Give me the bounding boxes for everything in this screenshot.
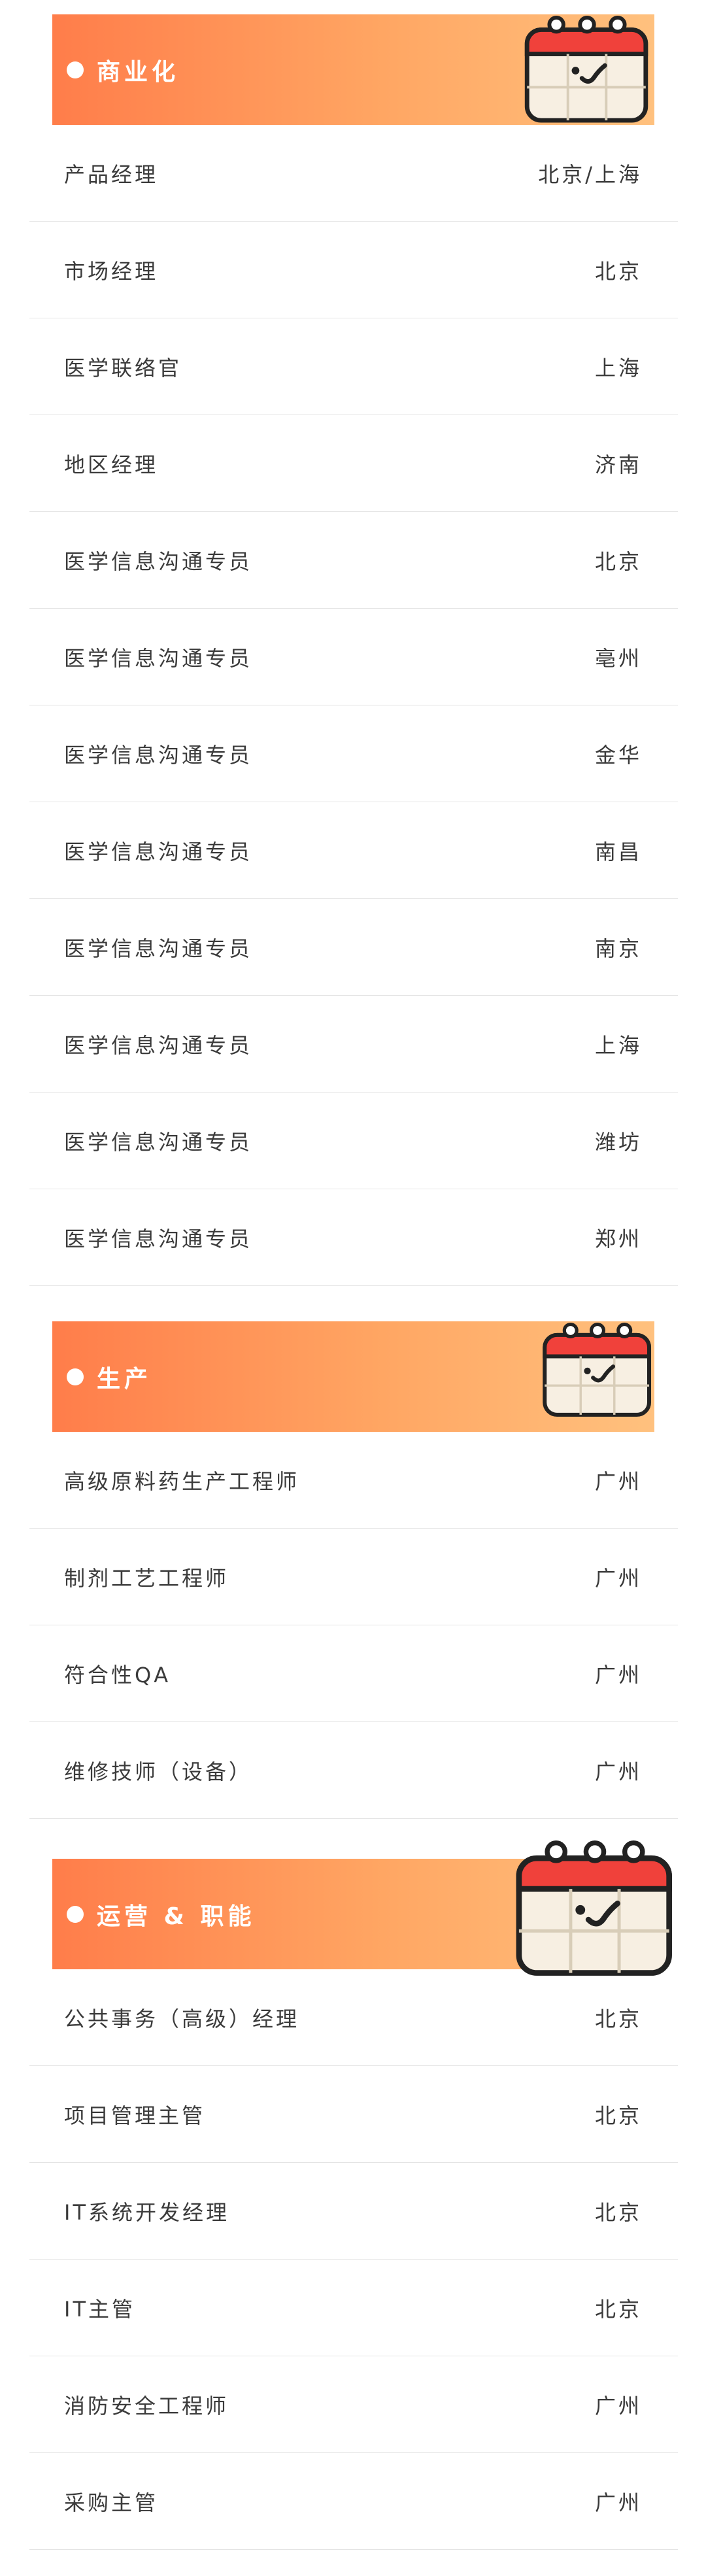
job-list: 公共事务（高级）经理 北京 项目管理主管 北京 IT系统开发经理 北京 IT主管 北京 … [29,1969,678,2550]
job-listing-page: 商业化 产品经理 北京/上海 市场经理 北京 医学联络官 上海 地区经理 济南 医学信息… [0,0,706,2576]
section-title: 生产 [97,1365,152,1393]
list-item[interactable]: 医学信息沟通专员 北京 [29,512,678,609]
list-item[interactable]: 地区经理 济南 [29,415,678,512]
bullet-dot-icon [67,1905,84,1923]
list-item[interactable]: 高级原料药生产工程师 广州 [29,1432,678,1529]
job-title: 地区经理 [64,452,159,477]
job-title: 市场经理 [64,258,159,284]
list-item[interactable]: 医学信息沟通专员 金华 [29,705,678,802]
list-item[interactable]: 产品经理 北京/上海 [29,125,678,222]
list-item[interactable]: 医学信息沟通专员 郑州 [29,1189,678,1286]
job-city: 上海 [594,355,642,381]
job-city: 广州 [594,1662,642,1687]
list-item[interactable]: 医学信息沟通专员 潍坊 [29,1093,678,1189]
job-city: 北京 [594,2006,642,2031]
calendar-icon [541,1323,654,1418]
job-city: 广州 [594,1759,642,1784]
list-item[interactable]: IT主管 北京 [29,2260,678,2356]
job-title: 公共事务（高级）经理 [64,2006,300,2031]
job-title: 医学信息沟通专员 [64,936,253,961]
job-title: IT主管 [64,2296,135,2322]
job-city: 广州 [594,2490,642,2515]
job-city: 南京 [594,936,642,961]
list-item[interactable]: 消防安全工程师 广州 [29,2356,678,2453]
job-title: 医学信息沟通专员 [64,1129,253,1155]
list-item[interactable]: 项目管理主管 北京 [29,2066,678,2163]
job-city: 亳州 [594,645,642,671]
job-title: 医学信息沟通专员 [64,549,253,574]
job-title: 消防安全工程师 [64,2393,229,2418]
job-list: 高级原料药生产工程师 广州 制剂工艺工程师 广州 符合性QA 广州 维修技师（设备）广… [29,1432,678,1819]
list-item[interactable]: 医学信息沟通专员 上海 [29,996,678,1093]
list-item[interactable]: IT系统开发经理 北京 [29,2163,678,2260]
job-city: 北京 [594,549,642,574]
job-city: 济南 [594,452,642,477]
calendar-icon [513,1840,677,1978]
list-item[interactable]: 市场经理 北京 [29,222,678,318]
job-title: IT系统开发经理 [64,2199,229,2225]
job-title: 高级原料药生产工程师 [64,1468,300,1494]
list-item[interactable]: 符合性QA 广州 [29,1625,678,1722]
job-title: 医学信息沟通专员 [64,839,253,864]
job-title: 项目管理主管 [64,2103,206,2128]
list-item[interactable]: 医学信息沟通专员 南昌 [29,802,678,899]
job-title: 医学信息沟通专员 [64,645,253,671]
job-city: 金华 [594,742,642,768]
section-title: 商业化 [97,58,180,86]
job-city: 北京 [594,2199,642,2225]
job-city: 北京 [594,258,642,284]
job-city: 北京 [594,2103,642,2128]
bullet-dot-icon [67,1368,84,1385]
job-city: 潍坊 [594,1129,642,1155]
job-title: 医学信息沟通专员 [64,1226,253,1251]
job-title: 采购主管 [64,2490,159,2515]
list-item[interactable]: 维修技师（设备） 广州 [29,1722,678,1819]
job-title: 维修技师（设备） [64,1759,253,1784]
job-city: 广州 [594,2393,642,2418]
list-item[interactable]: 医学信息沟通专员 亳州 [29,609,678,705]
job-title: 符合性QA [64,1662,171,1687]
list-item[interactable]: 制剂工艺工程师 广州 [29,1529,678,1625]
job-city: 北京 [594,2296,642,2322]
job-city: 郑州 [594,1226,642,1251]
calendar-icon [523,16,651,124]
list-item[interactable]: 医学联络官 上海 [29,318,678,415]
list-item[interactable]: 采购主管 广州 [29,2453,678,2550]
job-city: 北京/上海 [538,161,642,187]
job-city: 广州 [594,1565,642,1591]
job-city: 广州 [594,1468,642,1494]
job-title: 医学信息沟通专员 [64,742,253,768]
list-item[interactable]: 公共事务（高级）经理 北京 [29,1969,678,2066]
job-city: 上海 [594,1032,642,1058]
bullet-dot-icon [67,61,84,78]
section-title: 运营 & 职能 [97,1903,256,1930]
job-title: 产品经理 [64,161,159,187]
job-city: 南昌 [594,839,642,864]
job-title: 医学联络官 [64,355,182,381]
job-list: 产品经理 北京/上海 市场经理 北京 医学联络官 上海 地区经理 济南 医学信息沟通专员… [29,125,678,1286]
job-title: 制剂工艺工程师 [64,1565,229,1591]
list-item[interactable]: 医学信息沟通专员 南京 [29,899,678,996]
job-title: 医学信息沟通专员 [64,1032,253,1058]
